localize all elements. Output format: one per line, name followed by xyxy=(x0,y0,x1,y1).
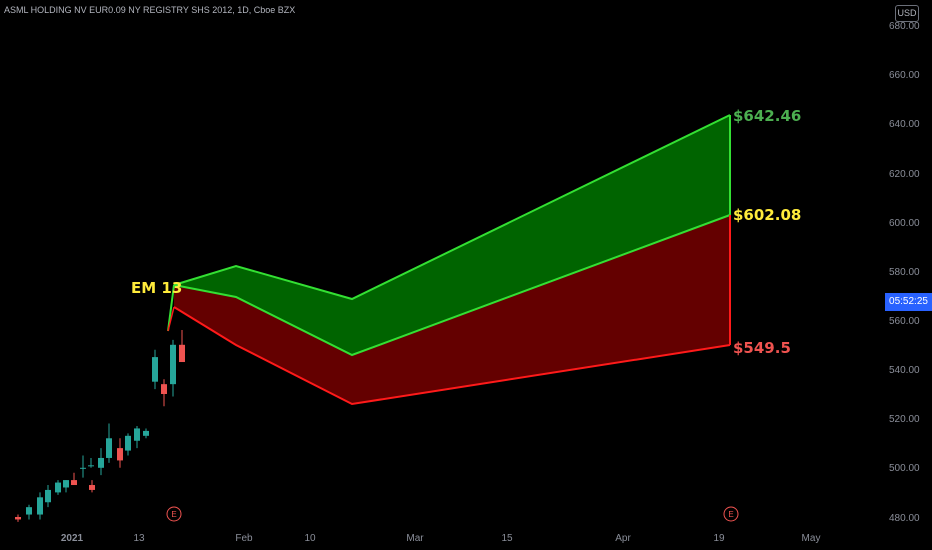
time-tick-label: Feb xyxy=(235,533,253,544)
em-label: EM 13 xyxy=(131,279,182,297)
price-tick-label: 560.00 xyxy=(889,316,920,327)
price-axis[interactable]: 680.00 660.00 640.00 620.00 600.00 580.00 560.… xyxy=(889,21,920,524)
time-tick-label: 19 xyxy=(713,533,725,544)
candle-body xyxy=(80,467,86,469)
candle-body xyxy=(71,480,77,486)
candle-body xyxy=(117,448,123,461)
upper-price-label: $642.46 xyxy=(733,107,801,125)
candle-body xyxy=(15,517,21,520)
expected-move-layer xyxy=(167,114,731,406)
candle-body xyxy=(134,428,140,441)
time-tick-label: 13 xyxy=(133,533,145,544)
price-tick-label: 520.00 xyxy=(889,414,920,425)
time-tick-label: 2021 xyxy=(61,533,84,544)
candle-body xyxy=(179,344,185,363)
price-tick-label: 500.00 xyxy=(889,463,920,474)
price-tick-label: 580.00 xyxy=(889,267,920,278)
time-axis[interactable]: 2021 13 Feb 10 Mar 15 Apr 19 May xyxy=(61,533,821,544)
candle-body xyxy=(106,438,112,458)
price-tick-label: 540.00 xyxy=(889,365,920,376)
candle-body xyxy=(63,480,69,488)
price-tick-label: 640.00 xyxy=(889,119,920,130)
candle-body xyxy=(89,485,95,490)
candle-body xyxy=(170,344,176,385)
price-tick-label: 680.00 xyxy=(889,21,920,32)
earnings-marker-1[interactable]: E xyxy=(166,506,182,522)
time-tick-label: Mar xyxy=(406,533,424,544)
candle-body xyxy=(55,482,61,493)
time-tick-label: 15 xyxy=(501,533,513,544)
time-tick-label: 10 xyxy=(304,533,316,544)
earnings-icon: E xyxy=(728,510,733,519)
candle-body xyxy=(45,489,51,503)
candle-body xyxy=(37,497,43,515)
candle-body xyxy=(143,430,149,436)
candle-body xyxy=(161,384,167,394)
price-tick-label: 620.00 xyxy=(889,169,920,180)
candle-body xyxy=(26,507,32,515)
earnings-icon: E xyxy=(171,510,176,519)
lower-price-label: $549.5 xyxy=(733,339,791,357)
time-tick-label: Apr xyxy=(615,533,631,544)
time-tick-label: May xyxy=(802,533,821,544)
candle-body xyxy=(152,357,158,382)
price-tick-label: 660.00 xyxy=(889,70,920,81)
candles-layer xyxy=(15,290,194,522)
candle-body xyxy=(125,435,131,451)
price-tick-label: 600.00 xyxy=(889,218,920,229)
price-chart[interactable]: EM 13 $642.46 $602.08 $549.5 680.00 660.0… xyxy=(0,0,932,550)
candle-body xyxy=(88,465,94,467)
earnings-marker-2[interactable]: E xyxy=(723,506,739,522)
price-tick-label: 480.00 xyxy=(889,513,920,524)
candle-body xyxy=(98,457,104,468)
mid-price-label: $602.08 xyxy=(733,206,801,224)
